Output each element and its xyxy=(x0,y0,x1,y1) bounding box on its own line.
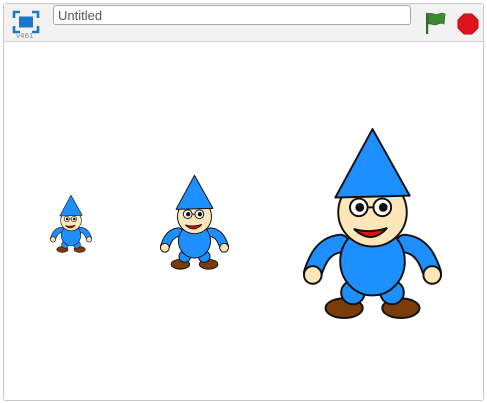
stop-button[interactable] xyxy=(457,13,479,35)
scratch-player: v461 xyxy=(3,3,484,401)
version-label: v461 xyxy=(16,32,34,40)
green-flag-button[interactable] xyxy=(424,11,446,35)
project-title-input[interactable] xyxy=(53,5,411,25)
stop-sign-icon xyxy=(457,13,479,35)
fullscreen-button[interactable] xyxy=(12,10,40,34)
gnome-medium-sprite[interactable] xyxy=(160,173,229,272)
gnome-large-sprite[interactable] xyxy=(303,125,442,323)
green-flag-icon xyxy=(426,12,446,34)
fullscreen-icon xyxy=(12,10,40,34)
stage-canvas[interactable] xyxy=(4,43,483,400)
gnome-small-sprite[interactable] xyxy=(50,193,92,255)
player-toolbar: v461 xyxy=(4,4,483,42)
